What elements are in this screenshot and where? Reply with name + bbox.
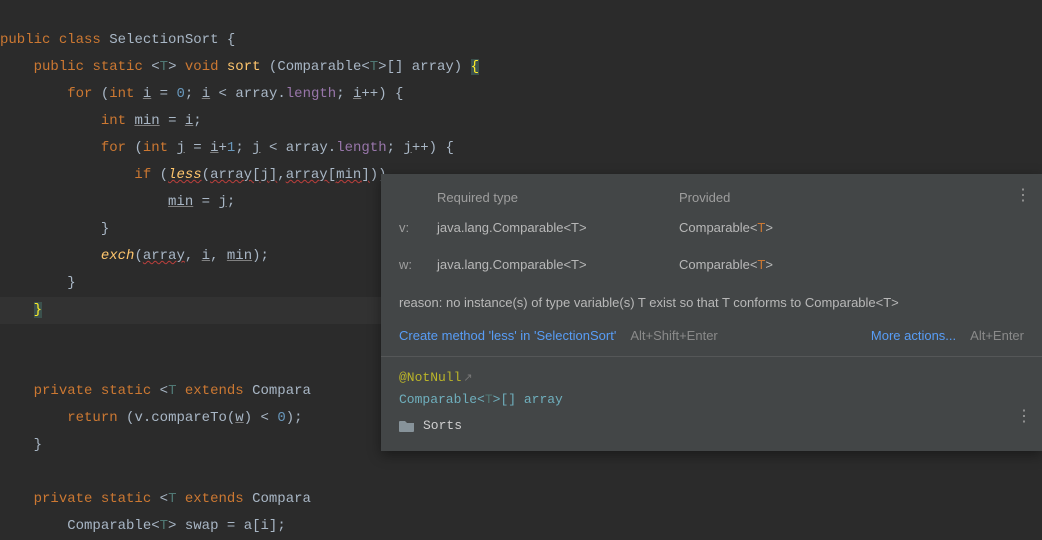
code-line: int min = i; — [0, 113, 202, 129]
code-line: } — [0, 437, 42, 453]
param-required: java.lang.Comparable<T> — [437, 255, 679, 275]
code-line: private static <T extends Compara — [0, 383, 311, 399]
code-line — [0, 464, 8, 480]
code-line: public static <T> void sort (Comparable<… — [0, 59, 479, 75]
code-line: private static <T extends Compara — [0, 491, 311, 507]
folder-icon — [399, 419, 415, 433]
header-provided: Provided — [679, 188, 1024, 208]
code-line: for (int j = i+1; j < array.length; j++)… — [0, 140, 454, 156]
code-line: if (less(array[j],array[min])) — [0, 167, 387, 183]
quickfix-link[interactable]: Create method 'less' in 'SelectionSort' — [399, 326, 616, 346]
more-options-icon[interactable]: ⋮ — [1015, 184, 1032, 208]
quickfix-shortcut: Alt+Shift+Enter — [630, 326, 717, 346]
doc-signature: Comparable<T>[] array — [399, 389, 1024, 411]
code-line: exch(array, i, min); — [0, 248, 269, 264]
code-line: return (v.compareTo(w) < 0); — [0, 410, 303, 426]
code-line: Comparable<T> swap = a[i]; — [0, 518, 286, 534]
param-label: v: — [399, 218, 437, 238]
param-provided: Comparable<T> — [679, 218, 1024, 238]
more-actions-shortcut: Alt+Enter — [970, 326, 1024, 346]
code-line: } — [0, 221, 109, 237]
code-line: } — [0, 275, 76, 291]
code-line — [0, 356, 8, 372]
param-provided: Comparable<T> — [679, 255, 1024, 275]
code-line: public class SelectionSort { — [0, 32, 235, 48]
param-row: v: java.lang.Comparable<T> Comparable<T> — [399, 218, 1024, 238]
code-line: min = j; — [0, 194, 235, 210]
param-row: w: java.lang.Comparable<T> Comparable<T> — [399, 255, 1024, 275]
param-label: w: — [399, 255, 437, 275]
code-line: for (int i = 0; i < array.length; i++) { — [0, 86, 403, 102]
header-required: Required type — [437, 188, 679, 208]
doc-annotation: @NotNull↗ — [399, 367, 1024, 389]
more-options-icon[interactable]: ⋮ — [1016, 404, 1032, 431]
external-link-icon[interactable]: ↗ — [463, 373, 472, 385]
doc-breadcrumb[interactable]: Sorts — [399, 415, 1024, 437]
error-reason: reason: no instance(s) of type variable(… — [399, 293, 1024, 313]
error-tooltip: ⋮ Required type Provided v: java.lang.Co… — [381, 174, 1042, 451]
param-required: java.lang.Comparable<T> — [437, 218, 679, 238]
more-actions-link[interactable]: More actions... — [871, 326, 956, 346]
